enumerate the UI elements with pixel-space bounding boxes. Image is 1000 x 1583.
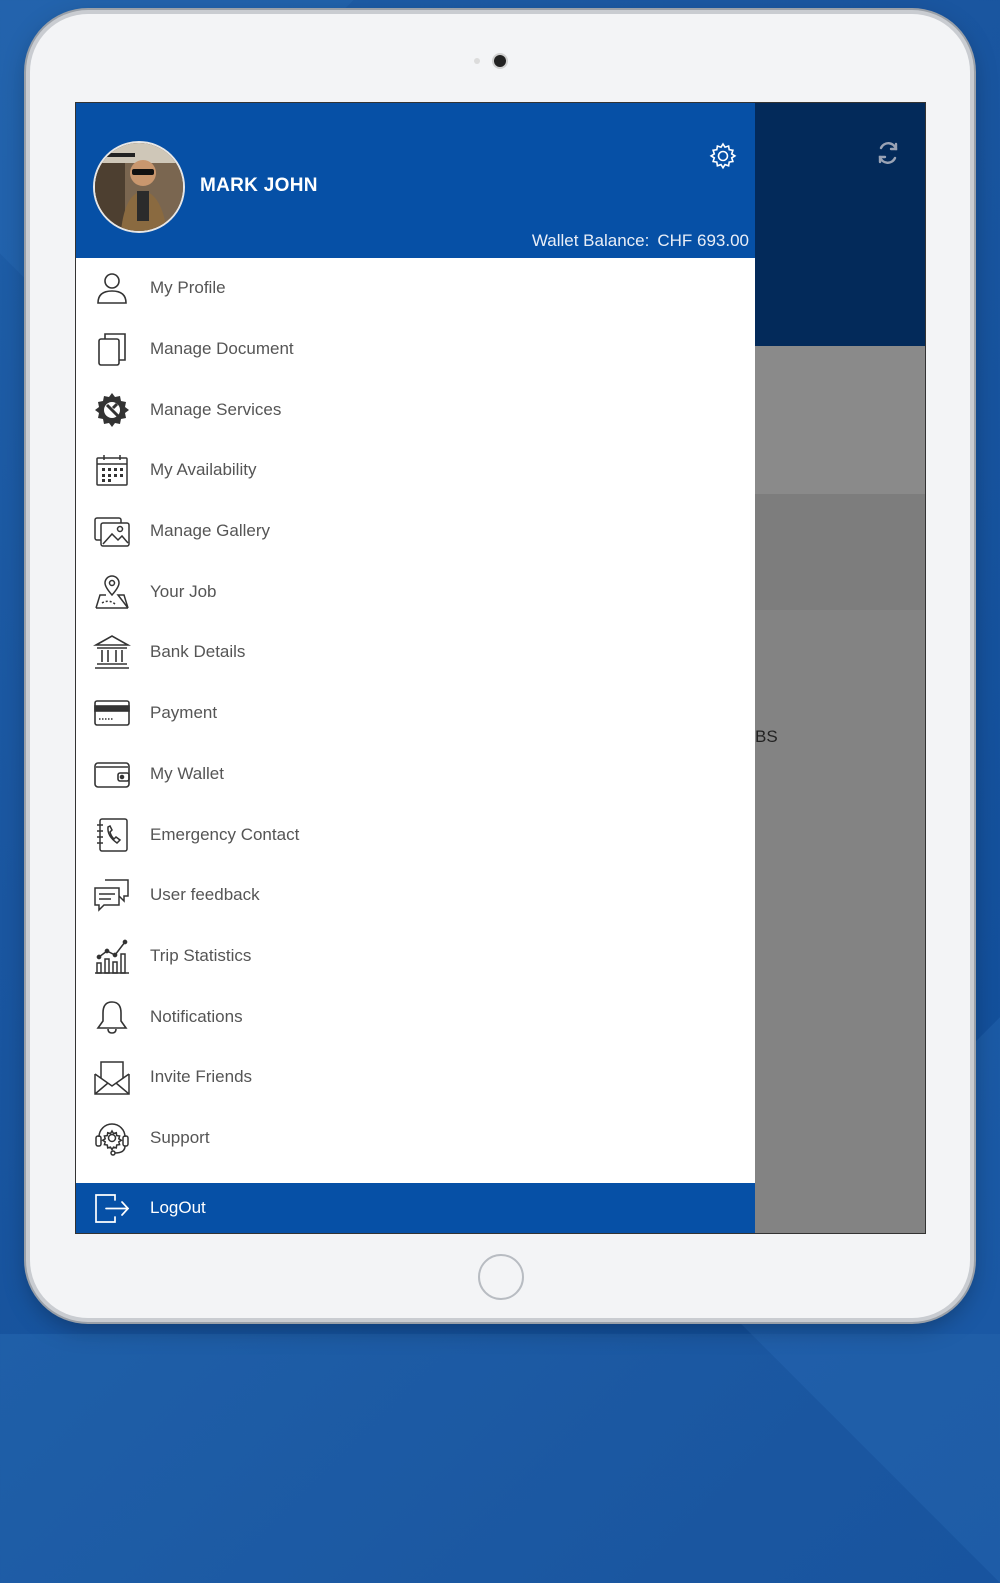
logout-icon — [92, 1188, 132, 1228]
document-icon — [92, 329, 132, 369]
menu-item-label: Manage Document — [150, 339, 294, 359]
background-panel — [755, 346, 925, 494]
refresh-icon[interactable] — [876, 141, 900, 165]
menu-item-my-profile[interactable]: My Profile — [76, 258, 755, 319]
menu-item-label: My Availability — [150, 460, 257, 480]
chart-icon — [92, 936, 132, 976]
menu-item-label: Support — [150, 1127, 210, 1147]
menu-item-label: Emergency Contact — [150, 824, 300, 844]
wallet-balance: Wallet Balance: CHF 693.00 — [524, 231, 749, 251]
menu-item-label: My Wallet — [150, 763, 224, 783]
menu-item-my-availability[interactable]: My Availability — [76, 440, 755, 501]
logout-button[interactable]: LogOut — [76, 1183, 755, 1233]
menu-item-label: User feedback — [150, 885, 260, 905]
menu-item-label: Manage Services — [150, 399, 282, 419]
gallery-icon — [92, 511, 132, 551]
menu-item-bank-details[interactable]: Bank Details — [76, 622, 755, 683]
bank-icon — [92, 632, 132, 672]
navigation-drawer: MARK JOHN Wallet Balance: CHF 693.00 My P… — [76, 103, 755, 1233]
envelope-icon — [92, 1057, 132, 1097]
user-icon — [92, 268, 132, 308]
menu-item-payment[interactable]: Payment — [76, 683, 755, 744]
menu-item-label: Your Job — [150, 581, 217, 601]
map-pin-icon — [92, 572, 132, 612]
credit-card-icon — [92, 693, 132, 733]
menu-item-manage-document[interactable]: Manage Document — [76, 319, 755, 380]
settings-gear-icon[interactable] — [708, 141, 738, 171]
menu-item-label: My Profile — [150, 278, 226, 298]
home-button[interactable] — [478, 1254, 524, 1300]
menu-item-label: Notifications — [150, 1006, 243, 1026]
menu-item-emergency-contact[interactable]: Emergency Contact — [76, 804, 755, 865]
calendar-icon — [92, 450, 132, 490]
background-partial-text: BS — [755, 727, 778, 746]
menu-item-label: Bank Details — [150, 642, 246, 662]
menu-item-my-wallet[interactable]: My Wallet — [76, 744, 755, 805]
front-sensor — [474, 58, 480, 64]
logout-label: LogOut — [150, 1198, 206, 1217]
menu-item-trip-statistics[interactable]: Trip Statistics — [76, 926, 755, 987]
background-panel — [755, 494, 925, 610]
bell-icon — [92, 997, 132, 1037]
menu-item-user-feedback[interactable]: User feedback — [76, 865, 755, 926]
wallet-balance-label: Wallet Balance: — [531, 231, 650, 250]
menu-item-your-job[interactable]: Your Job — [76, 561, 755, 622]
background-content — [755, 610, 925, 1233]
menu-item-label: Manage Gallery — [150, 521, 271, 541]
wallet-balance-amount: CHF 693.00 — [657, 231, 749, 250]
front-camera — [494, 55, 506, 67]
background-header — [755, 103, 925, 346]
chat-icon — [92, 875, 132, 915]
services-gear-icon — [92, 390, 132, 430]
menu-item-label: Invite Friends — [150, 1067, 253, 1087]
menu-item-manage-services[interactable]: Manage Services — [76, 379, 755, 440]
menu-item-label: Payment — [150, 703, 218, 723]
app-screen: BS MARK JOHN Wallet Balance: CHF 693.00 … — [75, 102, 926, 1234]
menu-item-manage-gallery[interactable]: Manage Gallery — [76, 501, 755, 562]
drawer-menu: My Profile Manage Document Manage Servic… — [76, 258, 755, 1168]
wallet-icon — [92, 754, 132, 794]
support-headset-icon — [92, 1118, 132, 1158]
menu-item-support[interactable]: Support — [76, 1108, 755, 1169]
menu-item-label: Trip Statistics — [150, 945, 252, 965]
phone-book-icon — [92, 815, 132, 855]
menu-item-notifications[interactable]: Notifications — [76, 986, 755, 1047]
menu-item-invite-friends[interactable]: Invite Friends — [76, 1047, 755, 1108]
drawer-header: MARK JOHN Wallet Balance: CHF 693.00 — [76, 103, 755, 258]
user-name: MARK JOHN — [200, 175, 318, 196]
avatar[interactable] — [93, 141, 185, 233]
